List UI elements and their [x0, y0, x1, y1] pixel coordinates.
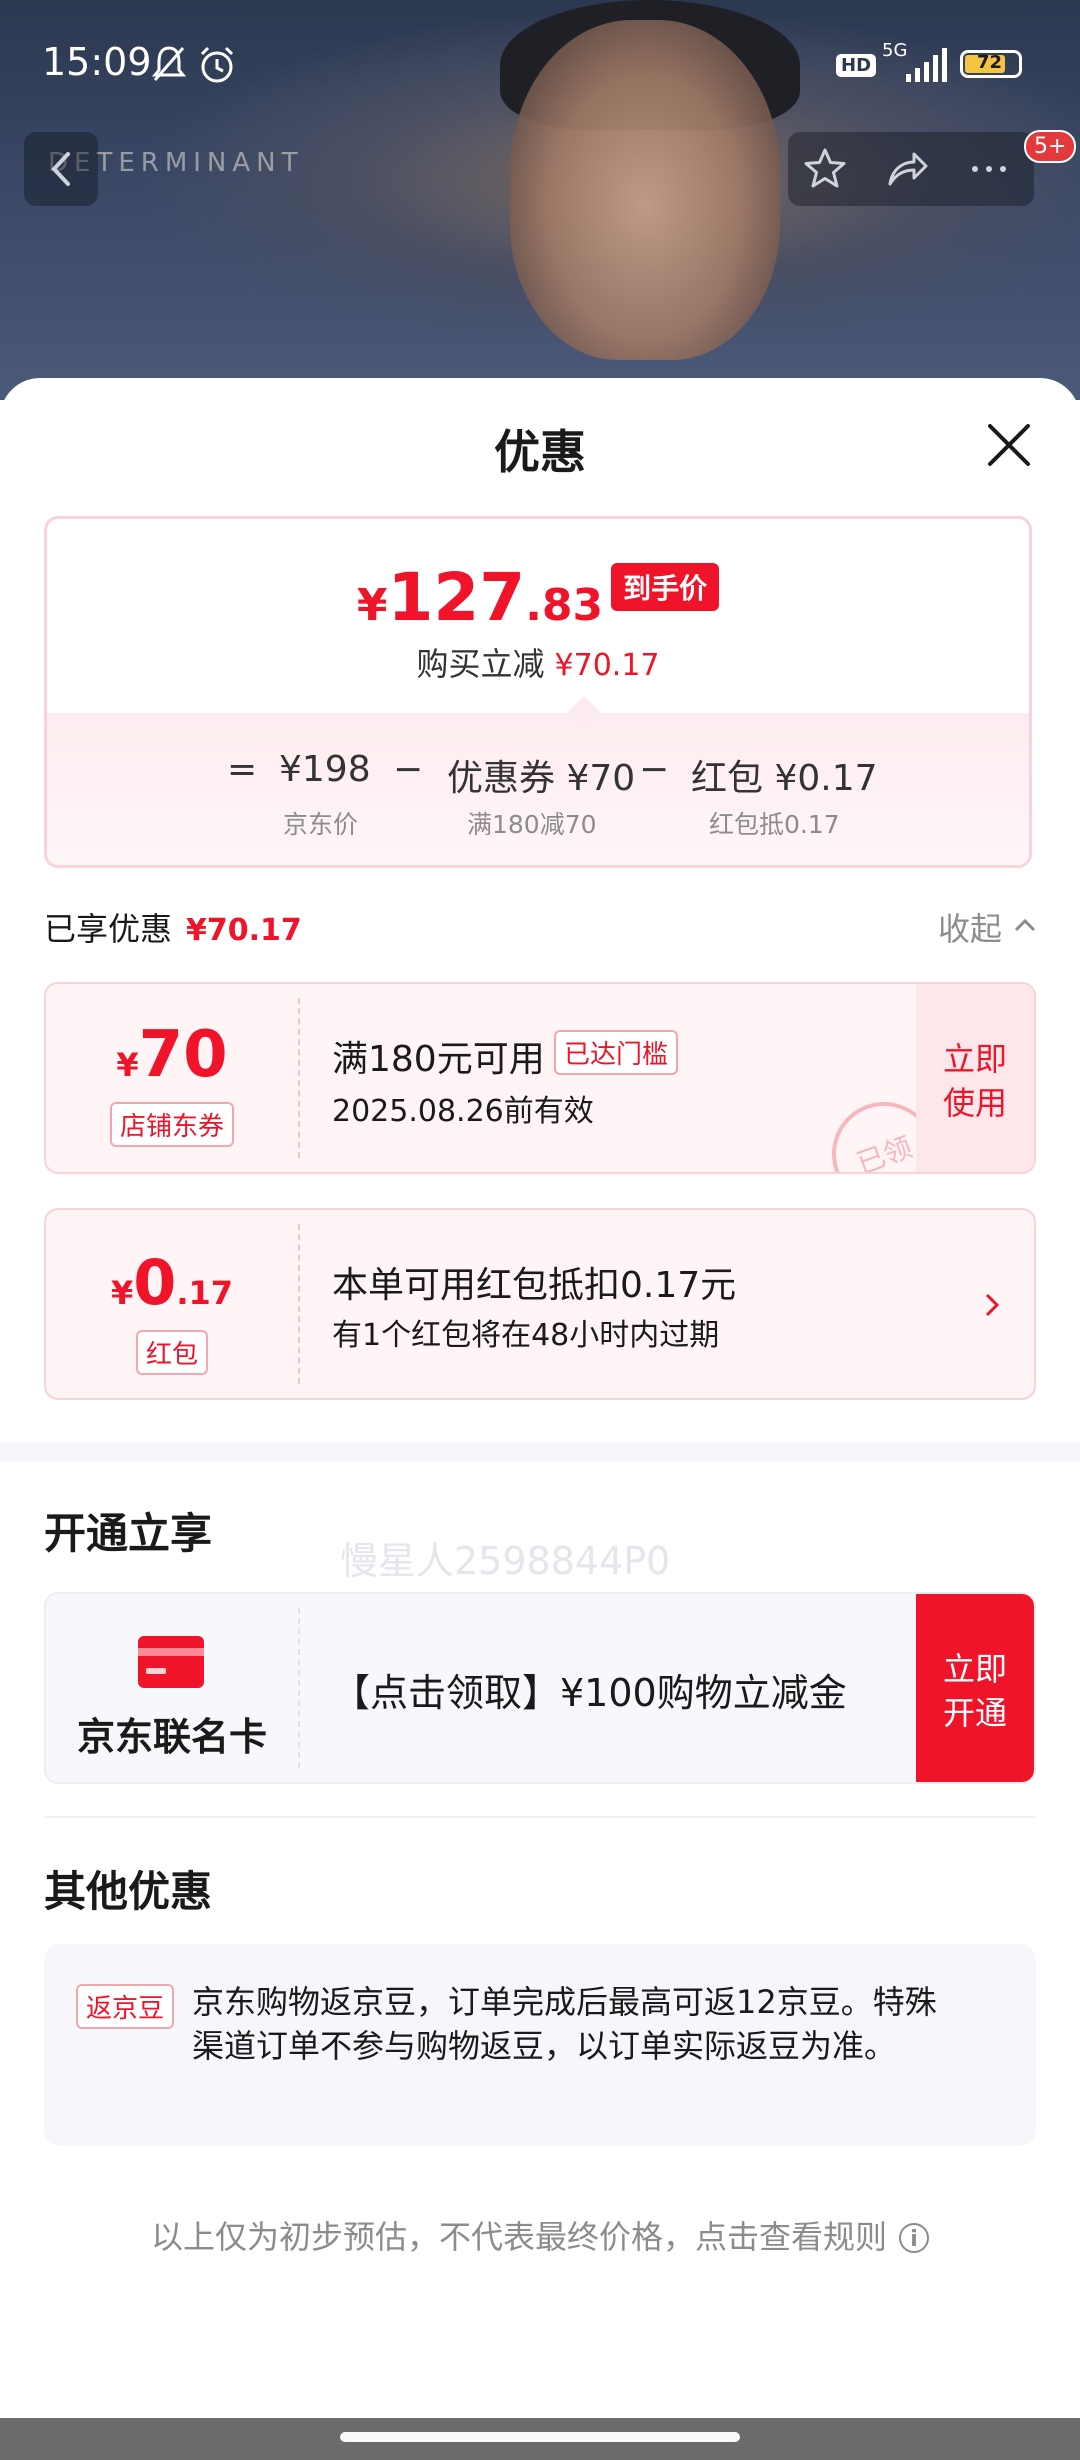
favorite-star-icon[interactable]	[802, 146, 848, 192]
price-decimal: .83	[525, 580, 604, 631]
battery-icon: 72	[960, 50, 1022, 78]
open-now-line2: 开通	[942, 1694, 1007, 1732]
share-icon[interactable]	[884, 146, 930, 192]
coupon-currency: ¥	[116, 1046, 139, 1084]
home-indicator[interactable]	[340, 2432, 740, 2442]
price-currency: ¥	[356, 580, 388, 631]
mute-bell-icon	[151, 46, 187, 81]
enjoyed-amount: ¥70.17	[186, 913, 302, 948]
threshold-reached-badge: 已达门槛	[554, 1030, 679, 1075]
redpacket-label: 红包抵0.17	[709, 810, 840, 839]
hd-icon: HD	[836, 54, 877, 77]
redpacket-value: ¥0.17	[46, 1246, 298, 1319]
price-summary-card: ¥127.83 到手价 购买立减 ¥70.17 = ¥198 − 优惠券 ¥70 −…	[44, 516, 1032, 868]
coupon-divider	[298, 998, 300, 1158]
redpacket-dec: .17	[176, 1274, 234, 1312]
coupon-condition-label: 满180减70	[467, 810, 597, 839]
enjoyed-label: 已享优惠	[44, 910, 173, 948]
disclaimer-text: 以上仅为初步预估，不代表最终价格，点击查看规则	[150, 2218, 887, 2256]
collapse-button[interactable]: 收起	[938, 904, 1002, 950]
close-icon[interactable]	[984, 420, 1034, 470]
sheet-title: 优惠	[494, 425, 586, 479]
final-price: ¥127.83 到手价	[47, 559, 1029, 636]
open-now-line1: 立即	[942, 1650, 1007, 1688]
use-now-button[interactable]: 立即 使用	[916, 984, 1034, 1172]
price-disclaimer-link[interactable]: 以上仅为初步预估，不代表最终价格，点击查看规则 i	[0, 2212, 1080, 2258]
redpacket-title: 本单可用红包抵扣0.17元	[332, 1265, 737, 1306]
reduce-label: 购买立减	[416, 645, 545, 683]
other-section-title: 其他优惠	[44, 1867, 213, 1916]
jingdou-rebate-text: 京东购物返京豆，订单完成后最高可返12京豆。特殊渠道订单不参与购物返豆，以订单实…	[192, 1983, 937, 2065]
section-divider	[0, 1442, 1080, 1462]
card-offer-desc: 【点击领取】¥100购物立减金	[332, 1671, 847, 1715]
redpacket-value-area: ¥0.17 红包	[46, 1210, 298, 1398]
signal-icon	[906, 48, 947, 82]
final-price-area: ¥127.83 到手价 购买立减 ¥70.17	[47, 519, 1029, 713]
coupon-value-area: ¥70 店铺东券	[46, 984, 298, 1172]
more-icon[interactable]	[966, 146, 1012, 192]
status-time: 15:09	[42, 40, 152, 84]
coupon-title: 满180元可用	[332, 1039, 545, 1080]
chevron-right-icon[interactable]	[984, 1292, 1000, 1318]
credit-card-icon	[138, 1636, 204, 1688]
system-nav-bar	[0, 2418, 1080, 2460]
redpacket-divider	[298, 1224, 300, 1384]
store-coupon-card[interactable]: ¥70 店铺东券 满180元可用 已达门槛 2025.08.26前有效 已领 立…	[44, 982, 1036, 1174]
price-formula: = ¥198 − 优惠券 ¥70 − 红包 ¥0.17 京东价 满180减70 …	[47, 713, 1029, 865]
jd-price-label: 京东价	[283, 810, 359, 839]
coupon-validity: 2025.08.26前有效	[332, 1094, 594, 1129]
redpacket-expiry: 有1个红包将在48小时内过期	[332, 1318, 720, 1353]
formula-jd-price: ¥198	[279, 749, 371, 790]
top-actions	[788, 132, 1034, 206]
coupon-value: ¥70	[46, 1018, 298, 1092]
open-section-title: 开通立享	[44, 1509, 213, 1558]
jingdou-rebate-box: 返京豆 京东购物返京豆，订单完成后最高可返12京豆。特殊渠道订单不参与购物返豆，…	[44, 1944, 1036, 2146]
formula-minus: −	[393, 749, 424, 790]
formula-minus: −	[639, 749, 670, 790]
use-now-line1: 立即	[942, 1040, 1007, 1078]
message-badge: 5+	[1024, 130, 1077, 163]
redpacket-chip: 红包	[136, 1330, 209, 1375]
cobrand-card-offer[interactable]: 京东联名卡 【点击领取】¥100购物立减金 立即 开通	[44, 1592, 1036, 1784]
battery-level: 72	[977, 52, 1003, 73]
divider-line	[44, 1816, 1036, 1818]
price-integer: 127	[387, 559, 526, 636]
formula-coupon: 优惠券 ¥70	[447, 758, 636, 799]
chevron-left-icon	[51, 152, 70, 186]
redpacket-currency: ¥	[110, 1274, 134, 1312]
coupon-amount: 70	[138, 1018, 228, 1092]
enjoyed-discount: 已享优惠 ¥70.17	[44, 904, 302, 950]
formula-redpacket: 红包 ¥0.17	[691, 758, 878, 799]
formula-equals: =	[227, 749, 258, 790]
card-brand-area: 京东联名卡	[46, 1594, 298, 1782]
info-icon: i	[899, 2223, 929, 2253]
watermark: 慢星人2598844P0	[340, 1539, 671, 1583]
status-bar: 15:09 HD 5G 72	[0, 40, 1080, 100]
reduce-line: 购买立减 ¥70.17	[47, 639, 1029, 685]
use-now-line2: 使用	[942, 1084, 1007, 1122]
card-name: 京东联名卡	[76, 1715, 267, 1759]
card-divider	[298, 1608, 300, 1768]
chevron-up-icon[interactable]	[1012, 916, 1038, 934]
discount-sheet: 优惠 ¥127.83 到手价 购买立减 ¥70.17 = ¥198 − 优惠券 ¥7…	[0, 378, 1080, 2418]
redpacket-int: 0	[133, 1246, 177, 1319]
alarm-icon	[200, 46, 234, 83]
final-price-tag: 到手价	[611, 563, 720, 611]
store-coupon-chip: 店铺东券	[110, 1102, 235, 1147]
back-button[interactable]	[24, 132, 98, 206]
jingdou-tag: 返京豆	[76, 1984, 175, 2029]
redpacket-card[interactable]: ¥0.17 红包 本单可用红包抵扣0.17元 有1个红包将在48小时内过期	[44, 1208, 1036, 1400]
open-now-button[interactable]: 立即 开通	[916, 1594, 1034, 1782]
reduce-amount: ¥70.17	[554, 648, 660, 683]
